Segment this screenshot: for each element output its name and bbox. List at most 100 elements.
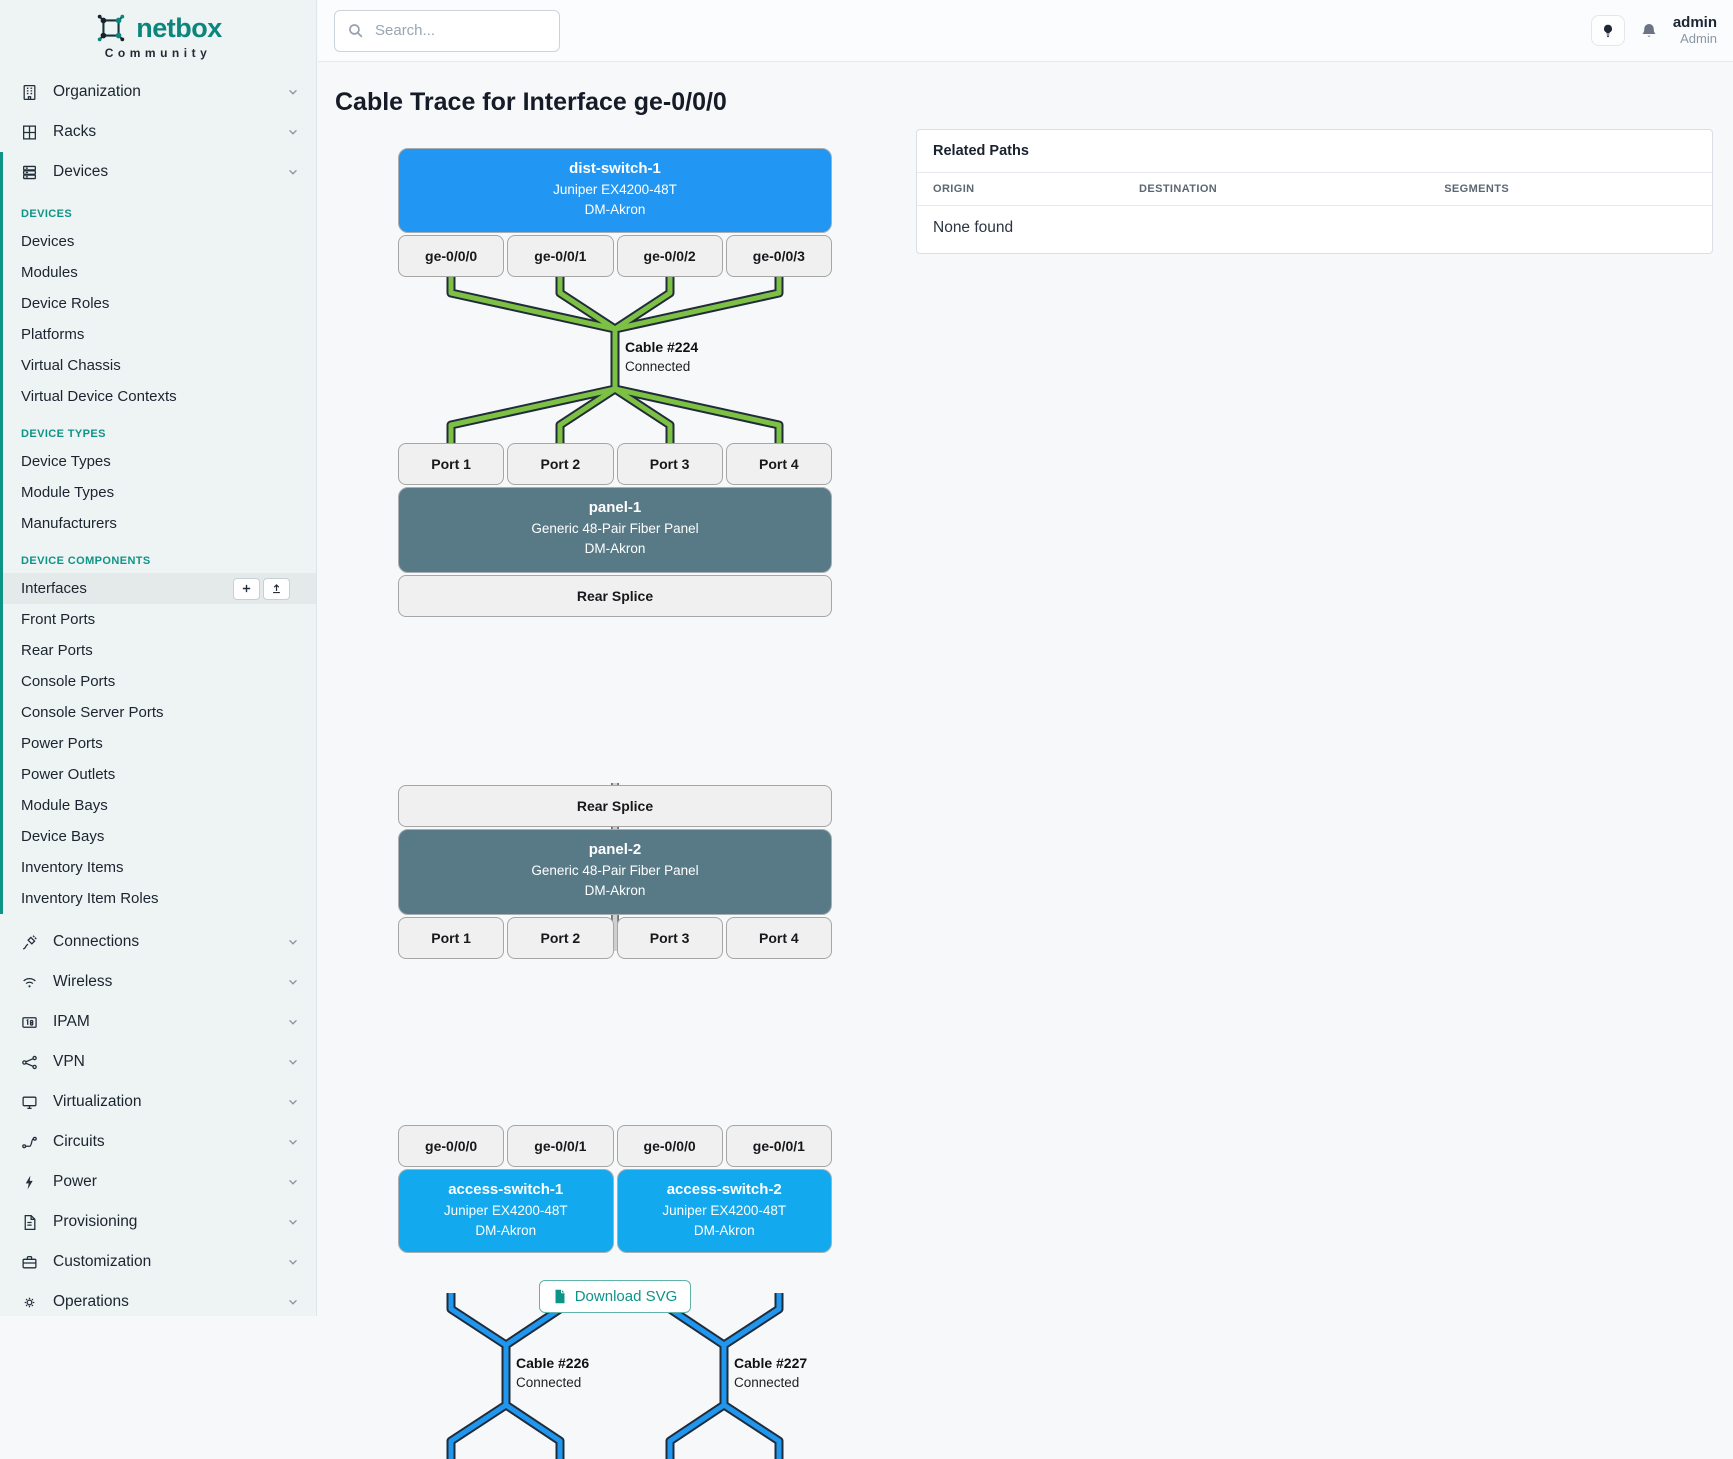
cable-224-svg: [398, 277, 832, 443]
port-box[interactable]: Port 2: [507, 917, 613, 959]
node-access-switch-1[interactable]: access-switch-1 Juniper EX4200-48T DM-Ak…: [398, 1169, 614, 1253]
node-access-switch-2[interactable]: access-switch-2 Juniper EX4200-48T DM-Ak…: [617, 1169, 833, 1253]
chevron-down-icon: [286, 1095, 300, 1109]
notifications-button[interactable]: [1640, 22, 1658, 40]
sidebar-group-vpn[interactable]: VPN: [0, 1042, 316, 1082]
page-title: Cable Trace for Interface ge-0/0/0: [335, 88, 727, 117]
interface-box[interactable]: ge-0/0/2: [617, 235, 723, 277]
sidebar-item-platforms[interactable]: Platforms: [3, 319, 316, 350]
vpn-icon: [20, 1054, 39, 1071]
brand-name: netbox: [136, 13, 222, 44]
sidebar-group-connections[interactable]: Connections: [0, 922, 316, 962]
sidebar-group-racks[interactable]: Racks: [0, 112, 316, 152]
sidebar-item-inventory-item-roles[interactable]: Inventory Item Roles: [3, 883, 316, 914]
sidebar-group-label: Racks: [53, 123, 286, 141]
sidebar-group-devices[interactable]: Devices: [3, 152, 316, 192]
interface-box[interactable]: ge-0/0/1: [507, 235, 613, 277]
column-origin: ORIGIN: [933, 183, 1139, 195]
rear-splice-1[interactable]: Rear Splice: [398, 575, 832, 617]
global-search[interactable]: [334, 10, 560, 52]
rear-splice-2[interactable]: Rear Splice: [398, 785, 832, 827]
sidebar-group-customization[interactable]: Customization: [0, 1242, 316, 1282]
sidebar-item-virtual-chassis[interactable]: Virtual Chassis: [3, 350, 316, 381]
search-input[interactable]: [373, 21, 547, 40]
port-box[interactable]: Port 1: [398, 917, 504, 959]
theme-toggle-button[interactable]: [1591, 15, 1625, 46]
section-heading-device-components: DEVICE COMPONENTS: [3, 555, 316, 567]
column-segments: SEGMENTS: [1444, 183, 1696, 195]
port-box[interactable]: Port 2: [507, 443, 613, 485]
interface-box[interactable]: ge-0/0/1: [507, 1125, 613, 1167]
organization-icon: [20, 84, 39, 101]
sidebar-item-power-ports[interactable]: Power Ports: [3, 728, 316, 759]
sidebar-item-device-types[interactable]: Device Types: [3, 446, 316, 477]
port-box[interactable]: Port 4: [726, 917, 832, 959]
sidebar-item-console-server-ports[interactable]: Console Server Ports: [3, 697, 316, 728]
download-row: Download SVG: [398, 1280, 832, 1313]
device-name: dist-switch-1: [399, 158, 831, 180]
sidebar-item-virtual-device-contexts[interactable]: Virtual Device Contexts: [3, 381, 316, 412]
import-interfaces-button[interactable]: [263, 578, 290, 600]
node-dist-switch-1[interactable]: dist-switch-1 Juniper EX4200-48T DM-Akro…: [398, 148, 832, 233]
gear-icon: [20, 1294, 39, 1311]
cable-226-label[interactable]: Cable #226 Connected: [516, 1355, 589, 1390]
interface-box[interactable]: ge-0/0/1: [726, 1125, 832, 1167]
sidebar-item-device-bays[interactable]: Device Bays: [3, 821, 316, 852]
port-box[interactable]: Port 1: [398, 443, 504, 485]
sidebar-item-module-bays[interactable]: Module Bays: [3, 790, 316, 821]
related-paths-header-row: ORIGIN DESTINATION SEGMENTS: [917, 173, 1712, 206]
sidebar-group-circuits[interactable]: Circuits: [0, 1122, 316, 1162]
cable-224-zone: Cable #224 Connected: [398, 277, 832, 443]
sidebar-item-devices[interactable]: Devices: [3, 226, 316, 257]
sidebar-item-module-types[interactable]: Module Types: [3, 477, 316, 508]
node-panel-1[interactable]: panel-1 Generic 48-Pair Fiber Panel DM-A…: [398, 487, 832, 573]
device-site: DM-Akron: [399, 539, 831, 559]
username: admin: [1673, 14, 1717, 31]
sidebar-group-power[interactable]: Power: [0, 1162, 316, 1202]
chevron-down-icon: [286, 1055, 300, 1069]
sidebar-item-console-ports[interactable]: Console Ports: [3, 666, 316, 697]
device-site: DM-Akron: [399, 200, 831, 220]
node-panel-2[interactable]: panel-2 Generic 48-Pair Fiber Panel DM-A…: [398, 829, 832, 915]
port-box[interactable]: Port 3: [617, 917, 723, 959]
chevron-down-icon: [286, 1015, 300, 1029]
interface-box[interactable]: ge-0/0/0: [398, 1125, 504, 1167]
sidebar-group-virtualization[interactable]: Virtualization: [0, 1082, 316, 1122]
chevron-down-icon: [286, 975, 300, 989]
sidebar-item-manufacturers[interactable]: Manufacturers: [3, 508, 316, 539]
interface-box[interactable]: ge-0/0/3: [726, 235, 832, 277]
sidebar-item-modules[interactable]: Modules: [3, 257, 316, 288]
sidebar-group-label: Operations: [53, 1293, 286, 1311]
related-paths-card: Related Paths ORIGIN DESTINATION SEGMENT…: [916, 129, 1713, 254]
sidebar-group-organization[interactable]: Organization: [0, 72, 316, 112]
add-interface-button[interactable]: [233, 578, 260, 600]
netbox-logo-icon: [94, 11, 128, 45]
sidebar-item-interfaces[interactable]: Interfaces: [3, 573, 316, 604]
sidebar-group-wireless[interactable]: Wireless: [0, 962, 316, 1002]
cable-224-label[interactable]: Cable #224 Connected: [625, 339, 698, 374]
sidebar-item-rear-ports[interactable]: Rear Ports: [3, 635, 316, 666]
interface-box[interactable]: ge-0/0/0: [617, 1125, 723, 1167]
download-svg-button[interactable]: Download SVG: [539, 1280, 692, 1313]
cable-227-label[interactable]: Cable #227 Connected: [734, 1355, 807, 1390]
sidebar-item-front-ports[interactable]: Front Ports: [3, 604, 316, 635]
lightning-bolt-icon: [20, 1174, 39, 1191]
sidebar-devices-group: Devices DEVICES Devices Modules Device R…: [0, 152, 316, 914]
document-icon: [20, 1214, 39, 1231]
sidebar-item-power-outlets[interactable]: Power Outlets: [3, 759, 316, 790]
sidebar-group-provisioning[interactable]: Provisioning: [0, 1202, 316, 1242]
sidebar-group-ipam[interactable]: IPAM: [0, 1002, 316, 1042]
device-name: panel-1: [399, 497, 831, 519]
sidebar-group-operations[interactable]: Operations: [0, 1282, 316, 1316]
port-box[interactable]: Port 3: [617, 443, 723, 485]
port-box[interactable]: Port 4: [726, 443, 832, 485]
sidebar-item-device-roles[interactable]: Device Roles: [3, 288, 316, 319]
sidebar-group-label: Virtualization: [53, 1093, 286, 1111]
sidebar-item-inventory-items[interactable]: Inventory Items: [3, 852, 316, 883]
sidebar-group-label: Devices: [53, 163, 286, 181]
user-menu[interactable]: admin Admin: [1673, 14, 1717, 46]
interface-box[interactable]: ge-0/0/0: [398, 235, 504, 277]
chevron-down-icon: [286, 125, 300, 139]
brand[interactable]: netbox Community: [0, 0, 316, 72]
lightbulb-icon: [1600, 23, 1616, 39]
